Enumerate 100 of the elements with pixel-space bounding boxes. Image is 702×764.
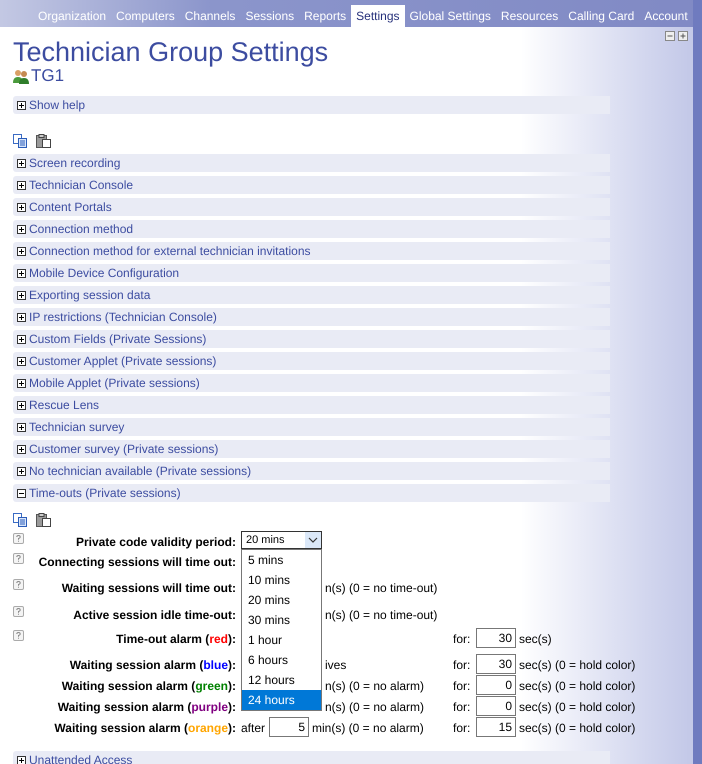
section-title[interactable]: Custom Fields (Private Sessions) [29, 330, 206, 348]
dropdown-option[interactable]: 10 mins [242, 570, 321, 590]
expand-icon[interactable] [17, 268, 26, 278]
section-title[interactable]: Rescue Lens [29, 396, 100, 414]
dropdown-option[interactable]: 20 mins [242, 590, 321, 610]
section-header[interactable]: No technician available (Private sessions) [13, 462, 610, 480]
expand-icon[interactable] [17, 290, 26, 300]
expand-icon[interactable] [17, 224, 26, 234]
section-title[interactable]: Customer survey (Private sessions) [29, 440, 218, 458]
unit-note: sec(s) (0 = hold color) [519, 658, 636, 672]
copy-icon[interactable] [13, 513, 27, 527]
help-icon[interactable] [13, 630, 24, 641]
section-title[interactable]: Connection method [29, 220, 134, 238]
field-label: Waiting session alarm (blue): [70, 658, 236, 672]
section-header[interactable]: Rescue Lens [13, 396, 610, 414]
expand-icon[interactable] [17, 312, 26, 322]
section-title[interactable]: IP restrictions (Technician Console) [29, 308, 217, 326]
field-label: Connecting sessions will time out: [38, 555, 236, 569]
section-header[interactable]: Mobile Applet (Private sessions) [13, 374, 610, 392]
section-title[interactable]: Technician Console [29, 176, 134, 194]
section-title[interactable]: No technician available (Private sessions) [29, 462, 252, 480]
section-title[interactable]: Screen recording [29, 154, 120, 172]
section-header[interactable]: Connection method for external technician invitations [13, 242, 610, 260]
field-note: n(s) (0 = no time-out) [325, 607, 438, 624]
user-group-icon [13, 68, 30, 84]
expand-icon[interactable] [17, 400, 26, 410]
expand-icon[interactable] [17, 422, 26, 432]
expand-icon[interactable] [17, 246, 26, 256]
help-icon[interactable] [13, 553, 24, 564]
section-title[interactable]: Customer Applet (Private sessions) [29, 352, 216, 370]
section-title[interactable]: Technician survey [29, 418, 124, 436]
section-title[interactable]: Content Portals [29, 198, 112, 216]
dropdown-option[interactable]: 30 mins [242, 610, 321, 630]
field-label: Active session idle time-out: [73, 608, 236, 622]
field-note: min(s) (0 = no alarm) [312, 720, 424, 737]
dropdown[interactable]: 20 mins [241, 531, 322, 549]
section-title[interactable]: Mobile Device Configuration [29, 264, 180, 282]
section-title[interactable]: Show help [29, 96, 86, 114]
section-header[interactable]: Screen recording [13, 154, 610, 172]
section-header[interactable]: Connection method [13, 220, 610, 238]
nav-tab[interactable]: Settings [351, 5, 405, 27]
section-header[interactable]: IP restrictions (Technician Console) [13, 308, 610, 326]
for-label: for: [453, 700, 470, 714]
field-label: Waiting session alarm (purple): [58, 700, 236, 714]
paste-icon[interactable] [36, 513, 51, 527]
expand-icon[interactable] [17, 100, 26, 110]
after-label: after [241, 720, 266, 737]
collapse-icon[interactable] [17, 488, 26, 498]
expand-icon[interactable] [17, 378, 26, 388]
paste-icon[interactable] [36, 134, 51, 148]
help-icon[interactable] [13, 579, 24, 590]
help-icon[interactable] [13, 533, 24, 544]
number-field[interactable]: 30 [476, 628, 516, 648]
section-header[interactable]: Unattended Access [13, 751, 610, 764]
expand-icon[interactable] [17, 756, 26, 764]
number-field[interactable]: 5 [269, 717, 310, 737]
expand-icon[interactable] [17, 202, 26, 212]
section-title[interactable]: Time-outs (Private sessions) [29, 484, 181, 502]
nav-tab[interactable]: Account [639, 5, 693, 27]
number-field[interactable]: 0 [476, 696, 516, 716]
expand-icon[interactable] [17, 356, 26, 366]
section-header[interactable]: Customer survey (Private sessions) [13, 440, 610, 458]
section-header[interactable]: Content Portals [13, 198, 610, 216]
field-label: Waiting sessions will time out: [62, 581, 236, 595]
field-note: n(s) (0 = no alarm) [325, 678, 424, 695]
for-label: for: [453, 721, 470, 735]
dropdown-option[interactable]: 12 hours [242, 670, 321, 690]
section-header[interactable]: Exporting session data [13, 286, 610, 304]
collapse-all-icon[interactable] [665, 31, 675, 41]
expand-icon[interactable] [17, 444, 26, 454]
help-icon[interactable] [13, 606, 24, 617]
section-title[interactable]: Unattended Access [29, 751, 132, 764]
unit-note: sec(s) (0 = hold color) [519, 679, 636, 693]
section-header[interactable]: Custom Fields (Private Sessions) [13, 330, 610, 348]
expand-icon[interactable] [17, 158, 26, 168]
section-header[interactable]: Show help [13, 96, 610, 114]
section-header[interactable]: Time-outs (Private sessions) [13, 484, 610, 502]
unit-note: sec(s) (0 = hold color) [519, 721, 636, 735]
nav-tab[interactable]: Calling Card [563, 5, 640, 27]
expand-all-icon[interactable] [678, 31, 688, 41]
section-title[interactable]: Exporting session data [29, 286, 150, 304]
dropdown-option[interactable]: 1 hour [242, 630, 321, 650]
number-field[interactable]: 15 [476, 717, 516, 737]
field-label: Waiting session alarm (green): [62, 679, 236, 693]
expand-icon[interactable] [17, 466, 26, 476]
section-header[interactable]: Technician Console [13, 176, 610, 194]
section-title[interactable]: Connection method for external technician invitations [29, 242, 310, 260]
number-field[interactable]: 30 [476, 654, 516, 674]
section-title[interactable]: Mobile Applet (Private sessions) [29, 374, 200, 392]
section-header[interactable]: Mobile Device Configuration [13, 264, 610, 282]
expand-icon[interactable] [17, 180, 26, 190]
number-field[interactable]: 0 [476, 675, 516, 695]
dropdown-option[interactable]: 6 hours [242, 650, 321, 670]
field-label: Private code validity period: [76, 535, 236, 549]
section-header[interactable]: Technician survey [13, 418, 610, 436]
section-header[interactable]: Customer Applet (Private sessions) [13, 352, 610, 370]
expand-icon[interactable] [17, 334, 26, 344]
dropdown-option[interactable]: 5 mins [242, 550, 321, 570]
dropdown-option[interactable]: 24 hours [242, 690, 321, 710]
copy-icon[interactable] [13, 134, 27, 148]
